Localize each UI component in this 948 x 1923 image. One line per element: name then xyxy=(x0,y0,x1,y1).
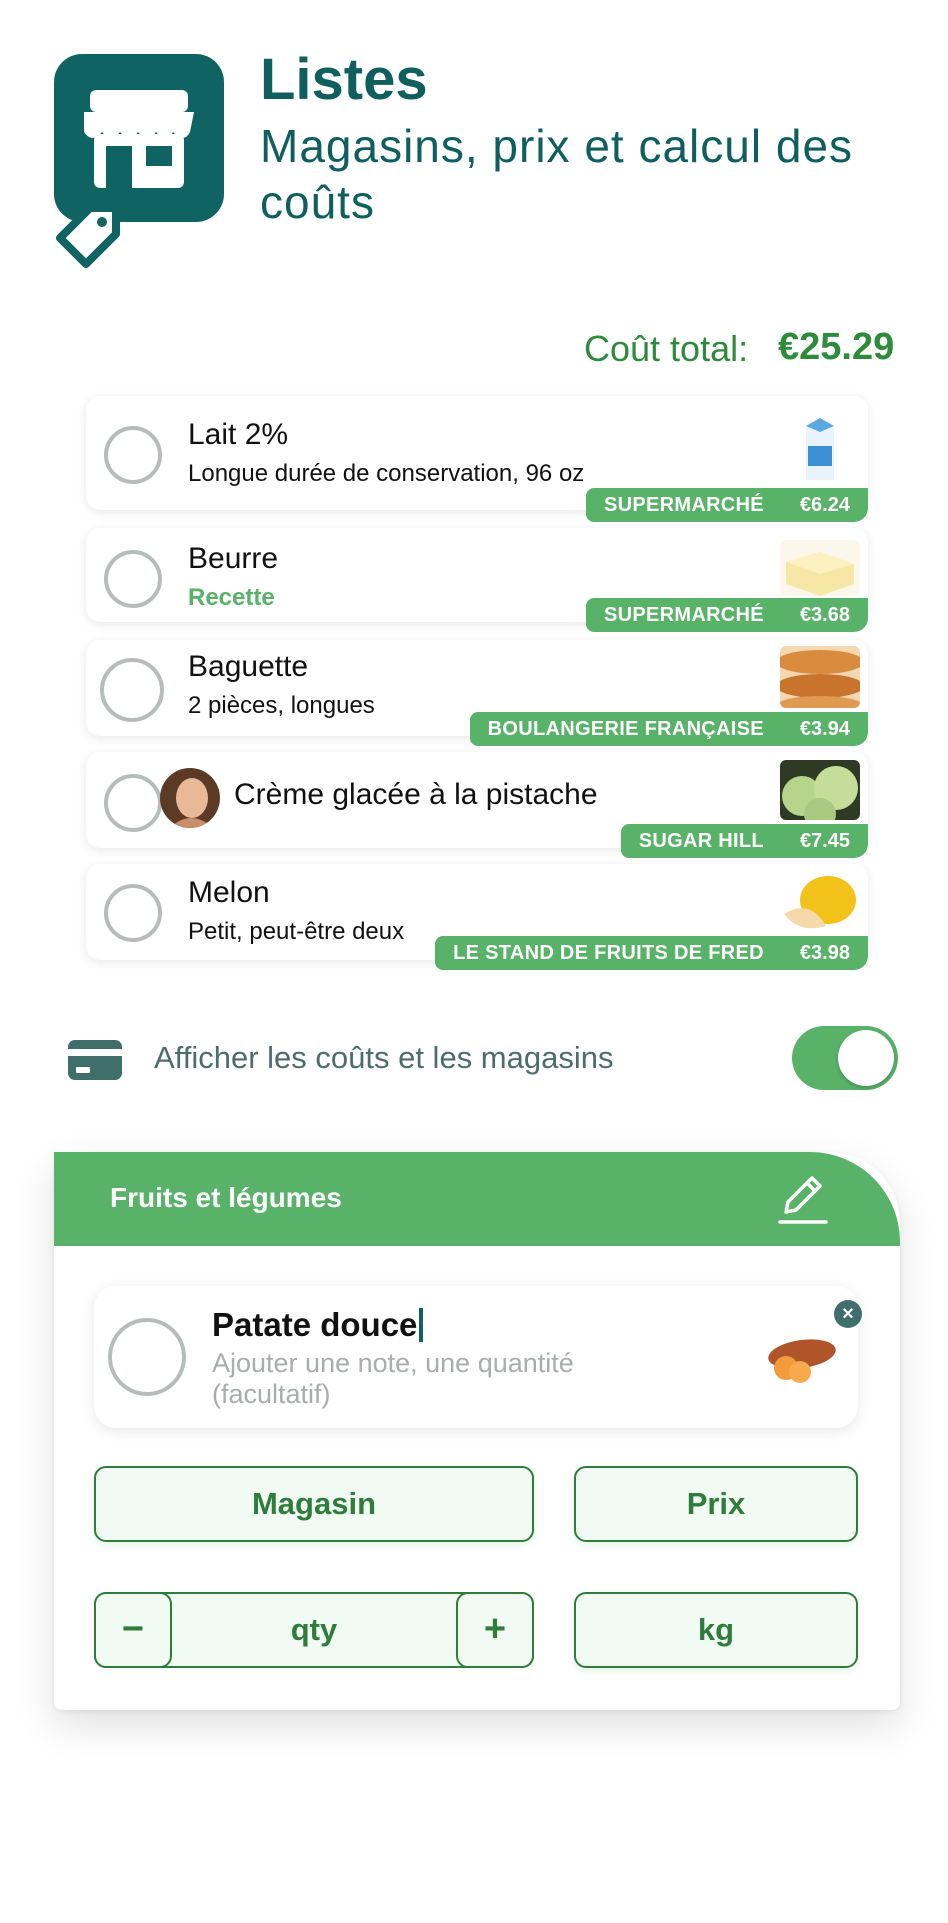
butter-icon xyxy=(780,540,860,596)
pistachio-ice-cream-icon xyxy=(780,760,860,820)
store-name: SUPERMARCHÉ xyxy=(603,604,764,626)
melon-icon xyxy=(780,874,860,932)
list-item[interactable]: Lait 2% Longue durée de conservation, 96… xyxy=(86,396,868,522)
decrement-button[interactable]: − xyxy=(94,1592,172,1668)
toggle-knob xyxy=(838,1030,894,1086)
store-name: LE STAND DE FRUITS DE FRED xyxy=(453,942,764,964)
item-price: €3.68 xyxy=(799,604,850,626)
category-panel: Fruits et légumes Patate douce Ajouter u… xyxy=(54,1152,900,1710)
item-price: €7.45 xyxy=(799,830,850,852)
show-costs-label: Afficher les coûts et les magasins xyxy=(154,1040,614,1075)
increment-button[interactable]: + xyxy=(456,1592,534,1668)
item-checkbox[interactable] xyxy=(108,1318,186,1396)
store-name: BOULANGERIE FRANÇAISE xyxy=(487,718,764,740)
item-name: Baguette xyxy=(188,650,309,683)
total-cost-label: Coût total: xyxy=(584,328,749,369)
clear-icon[interactable]: × xyxy=(834,1300,862,1328)
item-name: Beurre xyxy=(188,542,279,575)
quantity-stepper: qty − + xyxy=(94,1592,534,1668)
item-name: Crème glacée à la pistache xyxy=(234,778,598,811)
item-checkbox[interactable] xyxy=(104,426,162,484)
item-note: Petit, peut-être deux xyxy=(188,918,405,945)
unit-button[interactable]: kg xyxy=(574,1592,858,1668)
list-item[interactable]: Baguette 2 pièces, longues BOULANGERIE F… xyxy=(86,640,868,746)
list-item[interactable]: Crème glacée à la pistache SUGAR HILL €7… xyxy=(86,752,868,858)
item-checkbox[interactable] xyxy=(104,550,162,608)
milk-carton-icon xyxy=(780,412,860,484)
item-name-input[interactable]: Patate douce xyxy=(212,1306,424,1344)
store-price-tag: BOULANGERIE FRANÇAISE €3.94 xyxy=(469,712,868,746)
store-name: SUPERMARCHÉ xyxy=(603,494,764,516)
category-header: Fruits et légumes xyxy=(54,1152,900,1246)
store-price-tag: SUPERMARCHÉ €6.24 xyxy=(585,488,868,522)
credit-card-icon xyxy=(68,1040,122,1080)
store-price-tag: LE STAND DE FRUITS DE FRED €3.98 xyxy=(435,936,868,970)
total-cost-value: €25.29 xyxy=(778,326,895,368)
item-note: 2 pièces, longues xyxy=(188,692,375,719)
avatar xyxy=(160,768,220,828)
text-caret xyxy=(419,1308,424,1342)
item-note-input[interactable]: Ajouter une note, une quantité (facultat… xyxy=(212,1348,682,1410)
item-edit-card[interactable]: Patate douce Ajouter une note, une quant… xyxy=(94,1286,862,1428)
item-note: Longue durée de conservation, 96 oz xyxy=(188,460,585,487)
list-item[interactable]: Beurre Recette SUPERMARCHÉ €3.68 xyxy=(86,528,868,632)
item-checkbox[interactable] xyxy=(104,774,162,832)
price-tag-icon xyxy=(56,204,120,268)
item-name: Melon xyxy=(188,876,270,909)
list-item[interactable]: Melon Petit, peut-être deux LE STAND DE … xyxy=(86,864,868,970)
item-price: €3.94 xyxy=(799,718,850,740)
store-name: SUGAR HILL xyxy=(638,830,764,852)
item-name: Lait 2% xyxy=(188,418,289,451)
pencil-icon[interactable] xyxy=(774,1172,830,1228)
item-price: €3.98 xyxy=(799,942,850,964)
item-price: €6.24 xyxy=(799,494,850,516)
sweet-potato-icon xyxy=(768,1339,836,1383)
item-checkbox[interactable] xyxy=(100,658,164,722)
page-subtitle: Magasins, prix et calcul des coûts xyxy=(260,120,854,228)
page-title: Listes xyxy=(260,47,428,112)
baguette-icon xyxy=(780,646,860,708)
show-costs-toggle[interactable] xyxy=(792,1026,898,1090)
category-title: Fruits et légumes xyxy=(110,1182,342,1213)
store-price-tag: SUPERMARCHÉ €3.68 xyxy=(585,598,868,632)
item-checkbox[interactable] xyxy=(104,884,162,942)
store-button[interactable]: Magasin xyxy=(94,1466,534,1542)
item-recipe-link[interactable]: Recette xyxy=(188,584,275,612)
store-price-tag: SUGAR HILL €7.45 xyxy=(620,824,868,858)
price-button[interactable]: Prix xyxy=(574,1466,858,1542)
